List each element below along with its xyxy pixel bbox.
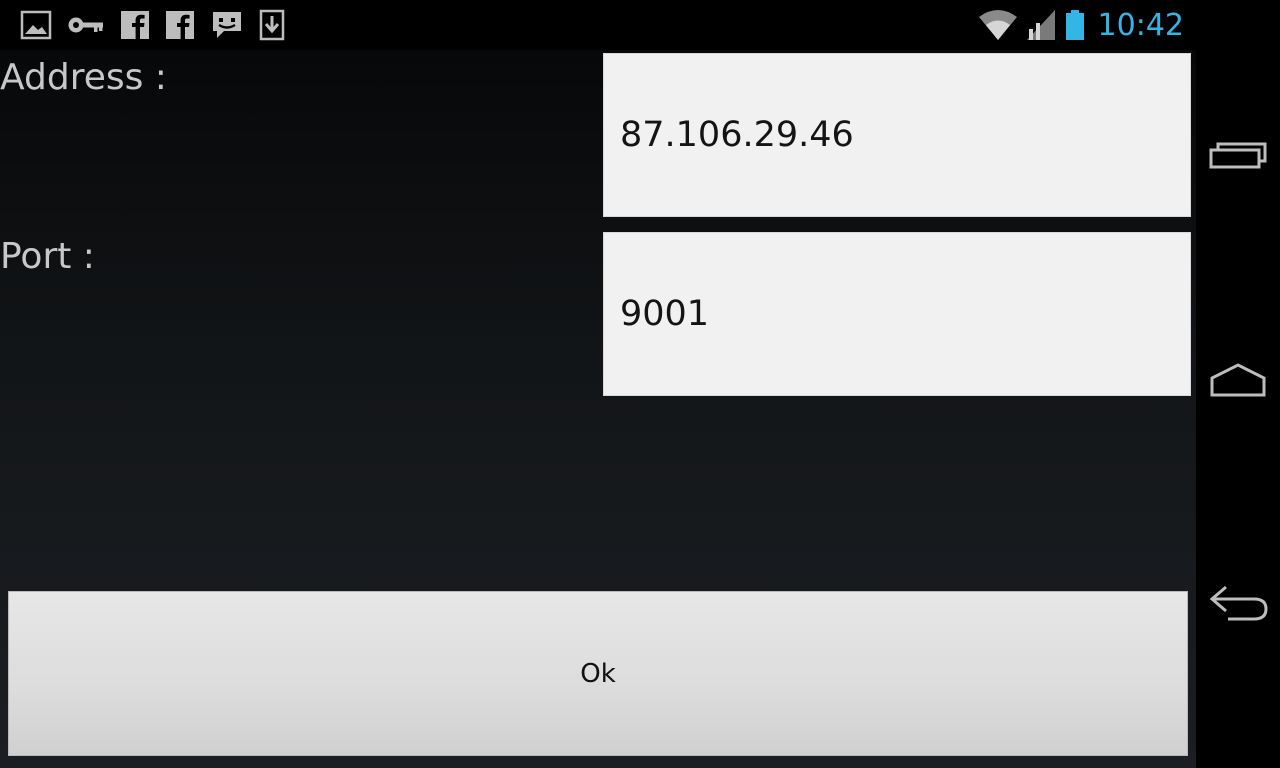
home-icon — [1208, 362, 1268, 402]
system-icons: 10:42 — [978, 7, 1184, 43]
address-label: Address : — [0, 57, 167, 98]
port-input[interactable]: 9001 — [603, 232, 1191, 396]
navigation-bar — [1196, 0, 1280, 768]
settings-form: Address : 87.106.29.46 Port : 9001 Ok — [0, 50, 1196, 768]
port-label: Port : — [0, 236, 95, 277]
chat-icon — [210, 9, 244, 41]
key-icon — [67, 9, 105, 41]
facebook-icon — [120, 9, 150, 41]
clock: 10:42 — [1097, 7, 1184, 43]
facebook-icon — [165, 9, 195, 41]
status-bar: 10:42 — [0, 0, 1196, 50]
ok-button[interactable]: Ok — [8, 591, 1188, 756]
back-icon — [1206, 584, 1270, 628]
address-input[interactable]: 87.106.29.46 — [603, 53, 1191, 217]
image-icon — [20, 9, 52, 41]
signal-icon — [1026, 9, 1056, 41]
wifi-icon — [978, 9, 1018, 41]
battery-icon — [1064, 9, 1086, 41]
download-icon — [259, 9, 285, 41]
back-button[interactable] — [1196, 556, 1280, 656]
recent-apps-button[interactable] — [1196, 108, 1280, 208]
recent-apps-icon — [1208, 139, 1268, 177]
notification-icons — [20, 9, 300, 41]
home-button[interactable] — [1196, 332, 1280, 432]
device-screen: 10:42 Address : 87.106.29.46 Port : 9001… — [0, 0, 1280, 768]
